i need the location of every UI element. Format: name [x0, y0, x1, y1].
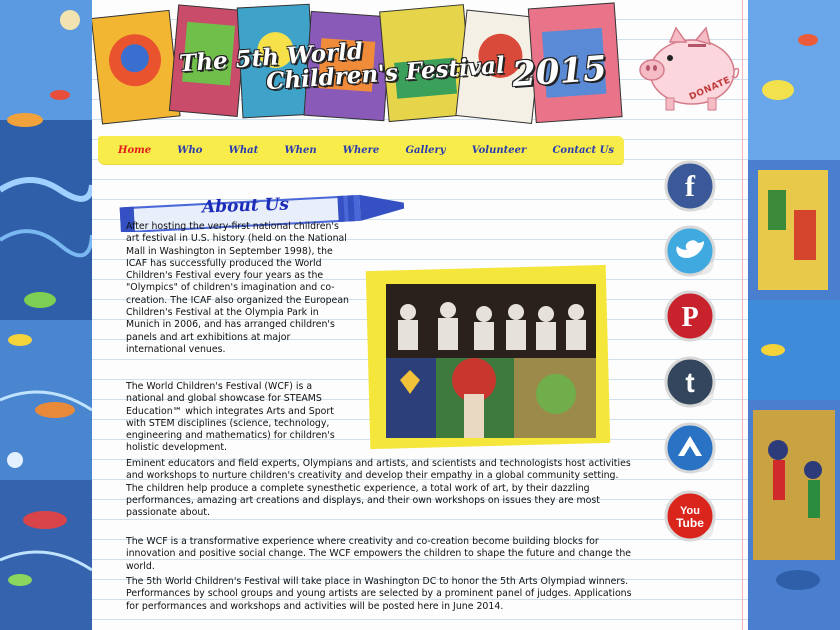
tumblr-button[interactable]: t	[664, 356, 716, 408]
about-paragraph-3-text: Eminent educators and field experts, Oly…	[126, 458, 631, 519]
paper-margin-line	[742, 0, 743, 630]
tumblr-icon: t	[664, 356, 716, 408]
donate-button[interactable]: DONATE	[636, 22, 740, 114]
pinterest-icon: P	[664, 290, 716, 342]
section-heading: About Us	[201, 194, 290, 218]
nav-what[interactable]: What	[229, 145, 259, 156]
nav-who[interactable]: Who	[177, 145, 202, 156]
svg-text:f: f	[685, 170, 696, 203]
about-paragraph-5: The 5th World Children's Festival will t…	[126, 576, 632, 612]
pinterest-button[interactable]: P	[664, 290, 716, 342]
about-paragraph-3: Eminent educators and field experts, Oly…	[126, 458, 632, 519]
piggy-bank-icon	[639, 26, 740, 111]
svg-text:P: P	[681, 302, 698, 333]
bookmark-button[interactable]	[664, 422, 716, 474]
main-navigation: Home Who What When Where Gallery Volunte…	[98, 136, 624, 164]
about-paragraph-2: The World Children's Festival (WCF) is a…	[126, 381, 335, 454]
left-art-panel	[0, 0, 92, 630]
youtube-button[interactable]: You Tube	[664, 490, 716, 542]
twitter-button[interactable]	[664, 225, 716, 277]
chevron-up-icon	[664, 422, 716, 474]
youtube-icon: You Tube	[664, 490, 716, 542]
festival-photo	[386, 284, 596, 438]
nav-gallery[interactable]: Gallery	[406, 145, 446, 156]
svg-text:Tube: Tube	[676, 516, 704, 530]
svg-text:t: t	[685, 367, 694, 398]
about-paragraph-1: After hosting the very-first national ch…	[126, 221, 350, 355]
festival-header: The 5th World Children's Festival 2015	[92, 0, 632, 130]
nav-home[interactable]: Home	[118, 145, 151, 156]
right-art-panel	[748, 0, 840, 630]
facebook-icon: f	[664, 160, 716, 212]
nav-contact-us[interactable]: Contact Us	[552, 145, 614, 156]
nav-volunteer[interactable]: Volunteer	[472, 145, 526, 156]
twitter-icon	[664, 225, 716, 277]
facebook-button[interactable]: f	[664, 160, 716, 212]
nav-when[interactable]: When	[284, 145, 316, 156]
about-paragraph-4: The WCF is a transformative experience w…	[126, 536, 632, 572]
nav-where[interactable]: Where	[343, 145, 380, 156]
